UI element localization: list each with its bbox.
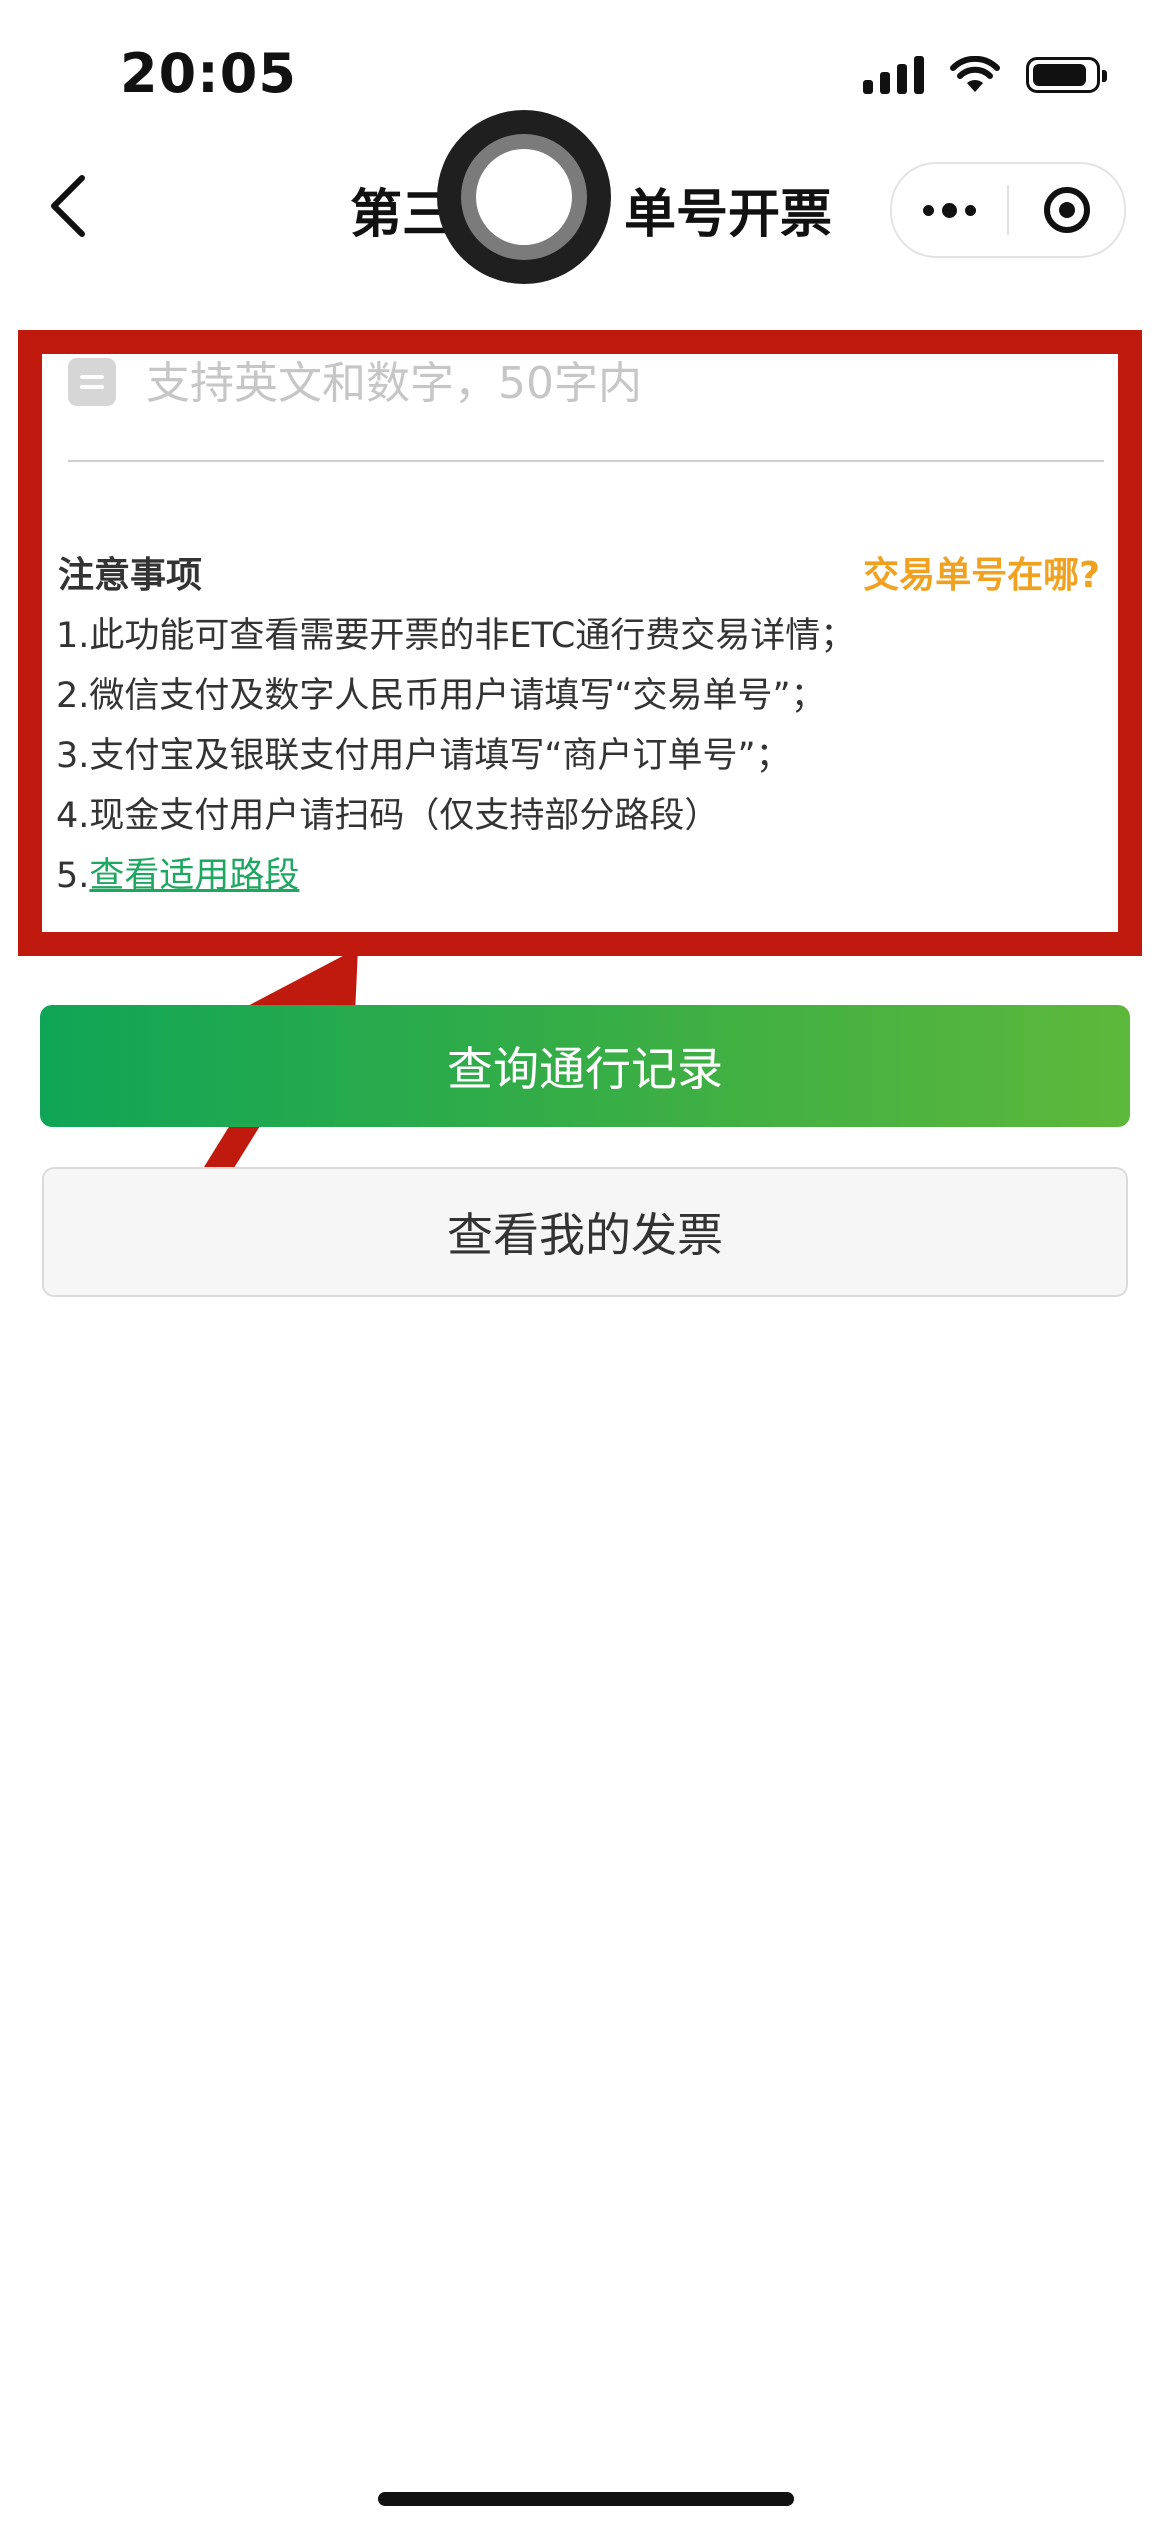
query-records-button[interactable]: 查询通行记录 (40, 1005, 1130, 1127)
annotation-highlight-box (18, 330, 1142, 956)
page-title-right: 单号开票 (624, 185, 833, 245)
floating-overlay-button[interactable] (437, 110, 611, 284)
home-indicator (378, 2492, 794, 2506)
signal-icon (863, 56, 924, 94)
more-icon[interactable] (892, 164, 1007, 256)
close-miniprogram-icon[interactable] (1009, 187, 1124, 233)
battery-icon (1026, 57, 1107, 93)
miniprogram-capsule (890, 162, 1126, 258)
status-icons (863, 56, 1107, 94)
back-icon[interactable] (40, 170, 98, 242)
view-my-invoices-button[interactable]: 查看我的发票 (42, 1167, 1128, 1297)
wifi-icon (950, 56, 1000, 92)
status-time: 20:05 (120, 42, 297, 105)
